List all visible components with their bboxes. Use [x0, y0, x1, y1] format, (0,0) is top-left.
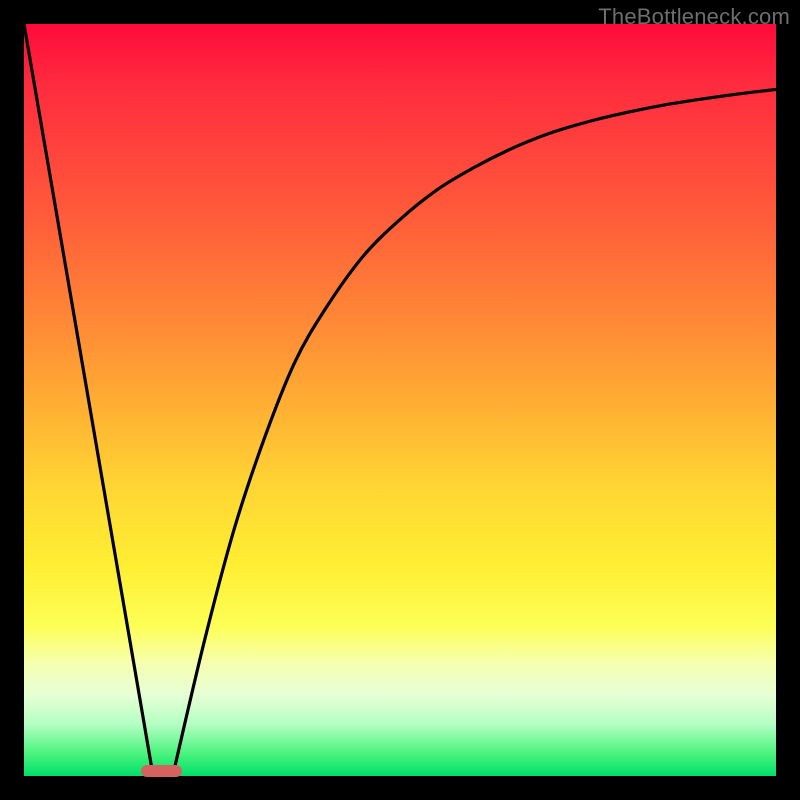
curve-right	[174, 89, 776, 768]
chart-curves	[24, 24, 776, 776]
bottleneck-marker	[141, 765, 182, 777]
curve-left	[24, 24, 152, 768]
chart-frame: TheBottleneck.com	[0, 0, 800, 800]
plot-area	[24, 24, 776, 776]
